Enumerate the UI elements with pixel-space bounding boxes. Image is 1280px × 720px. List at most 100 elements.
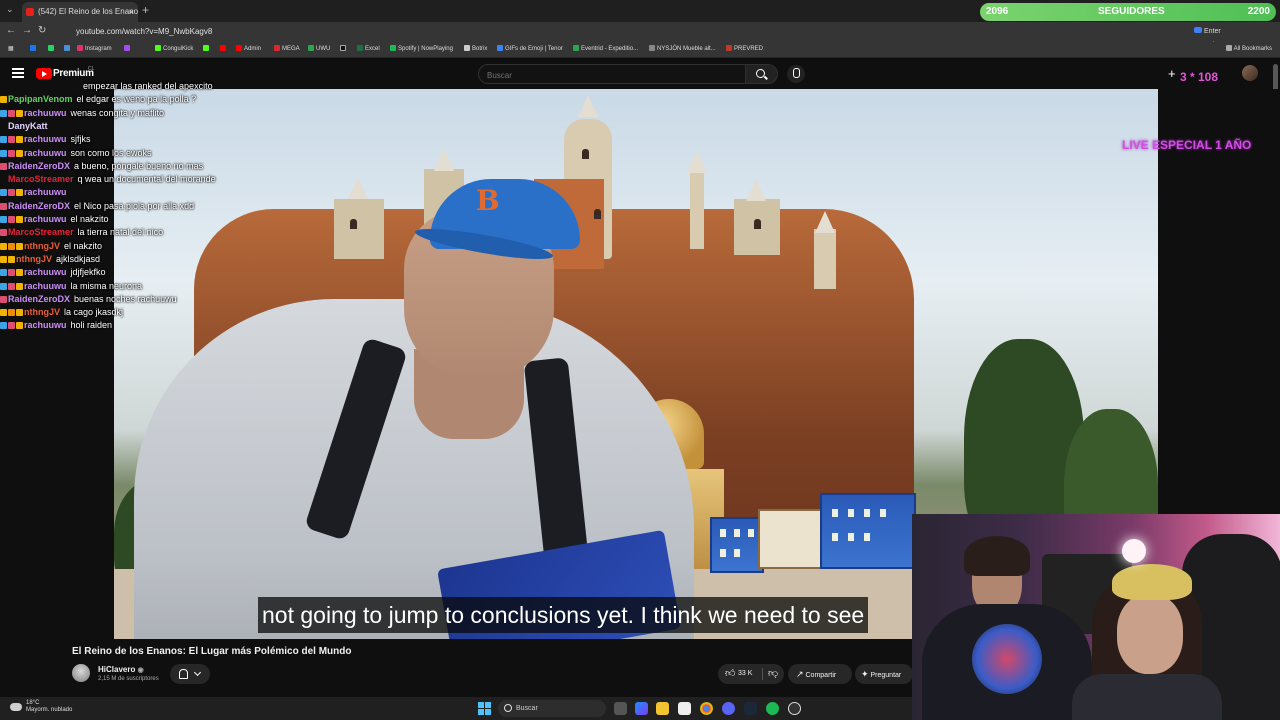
chat-username[interactable]: RaidenZeroDX	[8, 201, 70, 211]
chat-badge-icon	[16, 269, 23, 277]
chat-username[interactable]: rachuuwu	[24, 187, 67, 197]
bookmark-uwu[interactable]: UWU	[308, 45, 330, 52]
chat-badge-icon	[16, 216, 23, 223]
chat-username[interactable]: rachuuwu	[24, 148, 67, 158]
ask-button[interactable]: ✦ Preguntar	[855, 664, 913, 684]
chrome-icon[interactable]	[700, 702, 713, 715]
weather-widget[interactable]: 18°C Mayorm. nublado	[26, 700, 72, 714]
reload-icon[interactable]: ↻	[38, 25, 52, 36]
messenger-bookmark-icon[interactable]	[124, 45, 132, 52]
chat-username[interactable]: rachuuwu	[24, 281, 67, 291]
notification-bell-button[interactable]	[170, 664, 210, 684]
task-view-icon[interactable]	[614, 702, 627, 715]
steam-bookmark-icon[interactable]	[64, 45, 72, 52]
facebook-bookmark-icon[interactable]	[30, 45, 38, 52]
share-label: Compartir	[805, 672, 837, 679]
browser-tab[interactable]: (542) El Reino de los Enanos ×	[22, 2, 138, 22]
chat-badge-icon	[8, 149, 15, 157]
bookmark-label: MEGA	[282, 46, 300, 52]
whatsapp-bookmark-icon[interactable]	[48, 45, 56, 52]
bookmark-botrix[interactable]: Botrix	[464, 45, 487, 52]
chat-username[interactable]: nthngJV	[24, 307, 60, 317]
copilot-icon[interactable]	[635, 702, 648, 715]
taskbar-search[interactable]: Buscar	[498, 700, 606, 717]
windows-start-icon[interactable]	[478, 702, 491, 715]
search-icon[interactable]	[746, 64, 778, 84]
account-avatar[interactable]	[1242, 65, 1258, 81]
url-field[interactable]: youtube.com/watch?v=M9_NwbKagv8	[76, 24, 1096, 40]
like-dislike-group: 👍︎ 33 K 👎︎	[718, 664, 784, 684]
kick-bookmark-icon[interactable]	[203, 45, 211, 52]
chat-username[interactable]: rachuuwu	[24, 267, 67, 277]
bookmark-conguikick[interactable]: ConguiKick	[155, 45, 193, 52]
chat-username[interactable]: nthngJV	[16, 254, 52, 264]
chat-username[interactable]: rachuuwu	[24, 134, 67, 144]
bookmark-nysjon[interactable]: NYSJÓN Mueble alt...	[649, 45, 716, 52]
back-icon[interactable]: ←	[6, 25, 22, 36]
chat-username[interactable]: rachuuwu	[24, 108, 67, 118]
youtube-favicon-icon	[26, 8, 34, 16]
chat-username[interactable]: PapipanVenom	[8, 94, 73, 104]
youtube-logo-icon[interactable]	[36, 68, 52, 79]
search-input[interactable]	[479, 66, 745, 85]
chat-message: rachuuwu holi raiden	[0, 319, 112, 332]
steam-icon[interactable]	[744, 702, 757, 715]
chat-message: rachuuwu sjfjks	[0, 133, 91, 146]
tab-search-chevron-icon[interactable]: ⌄	[6, 4, 14, 15]
channel-avatar[interactable]	[72, 664, 90, 682]
bookmark-eventrid[interactable]: Eventrid - Expeditio...	[573, 45, 638, 52]
chat-badge-icon	[8, 242, 15, 250]
new-tab-icon[interactable]: +	[142, 3, 149, 17]
bookmark-excel[interactable]: Excel	[357, 45, 380, 52]
chat-username[interactable]: RaidenZeroDX	[8, 294, 70, 304]
bookmark-mega[interactable]: MEGA	[274, 45, 300, 52]
bookmark-prevred[interactable]: PREVRED	[726, 45, 763, 52]
thumbs-up-icon[interactable]: 👍︎	[725, 664, 735, 684]
search-box[interactable]	[478, 64, 746, 85]
chat-badge-icon	[0, 309, 7, 317]
spotify-icon[interactable]	[766, 702, 779, 715]
webcam-lamp	[1122, 539, 1146, 563]
bookmark-label: Excel	[365, 46, 380, 52]
tiktok-bookmark-icon[interactable]	[340, 45, 348, 52]
bookmark-admin[interactable]: Admin	[236, 45, 261, 52]
like-divider	[762, 668, 763, 680]
bookmark-instagram[interactable]: Instagram	[77, 45, 112, 52]
chat-badge-icon	[0, 149, 7, 157]
chat-username[interactable]: nthngJV	[24, 241, 60, 251]
thumbs-down-icon[interactable]: 👎︎	[768, 664, 778, 684]
like-count[interactable]: 33 K	[738, 664, 752, 684]
nav-buttons[interactable]: ←→↻	[6, 25, 52, 36]
apps-grid-icon[interactable]: ▦	[8, 45, 14, 52]
youtube-bookmark-icon[interactable]	[220, 45, 228, 52]
all-bookmarks[interactable]: All Bookmarks	[1225, 45, 1272, 52]
obs-icon[interactable]	[788, 702, 801, 715]
chat-message: RaidenZeroDX a bueno, póngale bueno no ma…	[0, 160, 203, 173]
menu-icon[interactable]	[12, 68, 24, 78]
chat-badge-icon	[8, 216, 15, 223]
chat-username[interactable]: rachuuwu	[24, 214, 67, 224]
file-explorer-icon[interactable]	[656, 702, 669, 715]
channel-name[interactable]: HiClavero ◉	[98, 665, 144, 674]
bookmark-spotify-nowplaying[interactable]: Spotify | NowPlaying	[390, 45, 453, 52]
bookmark-label: NYSJÓN Mueble alt...	[657, 46, 716, 52]
calendar-icon[interactable]	[678, 702, 691, 715]
create-plus-icon[interactable]: +	[1168, 66, 1176, 81]
discord-icon[interactable]	[722, 702, 735, 715]
close-tab-icon[interactable]: ×	[129, 2, 134, 22]
chat-username[interactable]: RaidenZeroDX	[8, 161, 70, 171]
chat-badge-icon	[8, 189, 15, 197]
cap-logo-icon: B	[476, 184, 500, 217]
chat-message: rachuuwu son como los ewoks	[0, 147, 152, 160]
bookmark-gifs-emoji-tenor[interactable]: GIFs de Emoji | Tenor	[497, 45, 563, 52]
chat-username[interactable]: MarcoStreamer	[8, 227, 74, 237]
chat-username[interactable]: rachuuwu	[24, 320, 67, 330]
share-icon: ↗	[796, 669, 804, 679]
microphone-icon[interactable]	[787, 65, 805, 83]
chat-username[interactable]: MarcoStreamer	[8, 174, 74, 184]
share-button[interactable]: ↗ Compartir	[788, 664, 852, 684]
forward-icon[interactable]: →	[22, 25, 38, 36]
video-title: El Reino de los Enanos: El Lugar más Pol…	[72, 646, 352, 657]
passphrase-button[interactable]: Enter passphrase	[1194, 25, 1258, 49]
chat-username[interactable]: DanyKatt	[8, 121, 48, 131]
